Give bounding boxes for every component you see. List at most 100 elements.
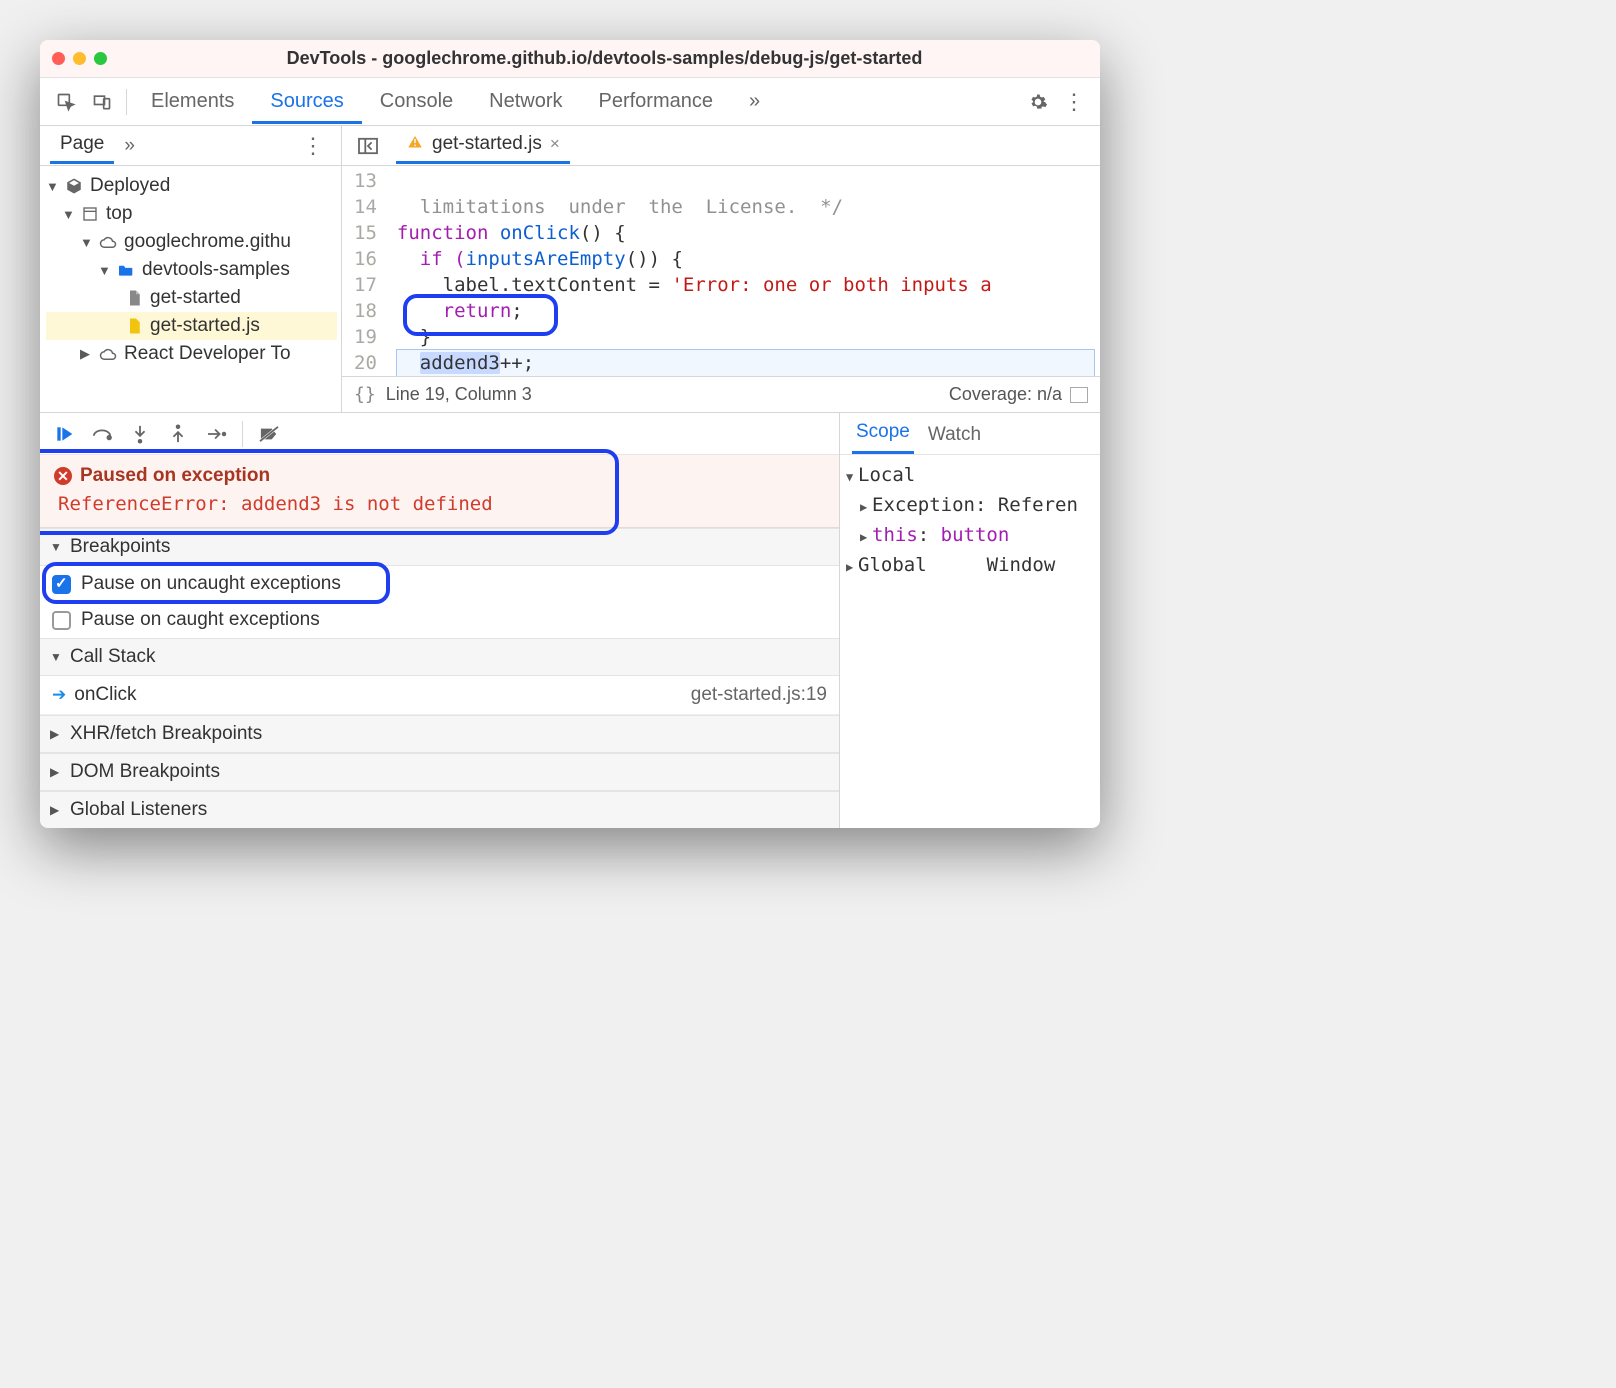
code-area[interactable]: limitations under the License. */ functi…	[391, 166, 1100, 376]
scope-local[interactable]: ▼Local	[846, 461, 1094, 491]
tab-watch[interactable]: Watch	[924, 416, 985, 454]
highlighted-token: addend3	[420, 352, 500, 374]
traffic-lights	[52, 52, 107, 65]
scope-exception[interactable]: ▶Exception: Referen	[846, 491, 1094, 521]
scope-key: this	[872, 524, 918, 546]
current-frame-icon: ➔	[52, 685, 66, 705]
section-global-listeners[interactable]: ▶Global Listeners	[40, 791, 839, 828]
more-menu-icon[interactable]: ⋮	[1056, 84, 1092, 120]
section-breakpoints[interactable]: ▼Breakpoints	[40, 528, 839, 566]
tab-network[interactable]: Network	[471, 80, 580, 124]
option-label: Pause on uncaught exceptions	[81, 573, 341, 595]
document-icon	[124, 289, 144, 307]
separator	[242, 421, 243, 447]
code-text: }	[397, 326, 431, 348]
tabs-overflow-icon[interactable]: »	[731, 80, 778, 124]
section-callstack[interactable]: ▼Call Stack	[40, 638, 839, 676]
navigator-tab-page[interactable]: Page	[50, 127, 114, 164]
code-text: if (	[397, 248, 466, 270]
tree-node-deployed[interactable]: ▼ Deployed	[46, 172, 337, 200]
window-title: DevTools - googlechrome.github.io/devtoo…	[121, 48, 1088, 69]
cloud-icon	[98, 235, 118, 249]
frame-location: get-started.js:19	[691, 684, 827, 706]
tree-node-extension[interactable]: ▶ React Developer To	[46, 340, 337, 368]
code-text: ;	[511, 300, 522, 322]
scope-label: Local	[858, 464, 915, 486]
scope-tree: ▼Local ▶Exception: Referen ▶this: button…	[840, 455, 1100, 587]
debugger-sidebar: ✕ Paused on exception ReferenceError: ad…	[40, 413, 840, 828]
pause-message: ReferenceError: addend3 is not defined	[54, 493, 825, 515]
navigator-more-icon[interactable]: ⋮	[295, 128, 331, 164]
file-tab[interactable]: get-started.js ×	[396, 127, 570, 164]
callstack-frame[interactable]: ➔ onClick get-started.js:19	[40, 676, 839, 715]
code-editor[interactable]: 131415161718192021 limitations under the…	[342, 166, 1100, 376]
js-file-icon	[124, 317, 144, 335]
tree-label: React Developer To	[124, 343, 291, 365]
maximize-window-button[interactable]	[94, 52, 107, 65]
device-toggle-icon[interactable]	[84, 84, 120, 120]
separator	[126, 89, 127, 115]
code-text: 'Error: one or both inputs a	[671, 274, 991, 296]
code-text: ++;	[500, 352, 534, 374]
tab-console[interactable]: Console	[362, 80, 471, 124]
code-text	[397, 352, 420, 374]
gutter: 131415161718192021	[342, 166, 391, 376]
sources-panel: Page » ⋮ ▼ Deployed ▼ to	[40, 126, 1100, 412]
devtools-window: DevTools - googlechrome.github.io/devtoo…	[40, 40, 1100, 828]
section-label: DOM Breakpoints	[70, 761, 220, 783]
minimize-window-button[interactable]	[73, 52, 86, 65]
settings-icon[interactable]	[1020, 84, 1056, 120]
frame-icon	[80, 206, 100, 222]
close-window-button[interactable]	[52, 52, 65, 65]
code-text: function	[397, 222, 500, 244]
section-label: XHR/fetch Breakpoints	[70, 723, 262, 745]
option-pause-caught[interactable]: Pause on caught exceptions	[40, 602, 839, 638]
pretty-print-icon[interactable]: {}	[354, 384, 376, 405]
tab-performance[interactable]: Performance	[581, 80, 732, 124]
step-button[interactable]	[198, 418, 234, 450]
editor-panel: get-started.js × 131415161718192021 limi…	[342, 126, 1100, 412]
code-text: label.textContent =	[397, 274, 672, 296]
tree-file-html[interactable]: get-started	[46, 284, 337, 312]
tab-sources[interactable]: Sources	[252, 80, 361, 124]
step-out-button[interactable]	[160, 418, 196, 450]
tab-elements[interactable]: Elements	[133, 80, 252, 124]
tree-node-top[interactable]: ▼ top	[46, 200, 337, 228]
tree-node-origin[interactable]: ▼ googlechrome.githu	[46, 228, 337, 256]
deactivate-breakpoints-button[interactable]	[251, 418, 287, 450]
navigator-overflow-icon[interactable]: »	[114, 129, 145, 163]
section-dom-breakpoints[interactable]: ▶DOM Breakpoints	[40, 753, 839, 791]
checkbox-unchecked[interactable]	[52, 611, 71, 630]
step-into-button[interactable]	[122, 418, 158, 450]
close-tab-icon[interactable]: ×	[550, 134, 560, 154]
scope-panel: Scope Watch ▼Local ▶Exception: Referen ▶…	[840, 413, 1100, 828]
scope-global[interactable]: ▶GlobalWindow	[846, 551, 1094, 581]
section-xhr-breakpoints[interactable]: ▶XHR/fetch Breakpoints	[40, 715, 839, 753]
code-text: inputsAreEmpty	[466, 248, 626, 270]
inspect-element-icon[interactable]	[48, 84, 84, 120]
tab-scope[interactable]: Scope	[852, 413, 914, 454]
file-tab-label: get-started.js	[432, 133, 542, 155]
pause-banner-wrap: ✕ Paused on exception ReferenceError: ad…	[40, 455, 839, 528]
tree-file-js[interactable]: get-started.js	[46, 312, 337, 340]
code-text: limitations under the License. */	[397, 196, 843, 218]
scope-value: button	[941, 524, 1010, 546]
toggle-navigator-icon[interactable]	[350, 128, 386, 164]
code-text: onClick	[500, 222, 580, 244]
pause-banner: ✕ Paused on exception ReferenceError: ad…	[40, 455, 839, 528]
option-pause-uncaught[interactable]: Pause on uncaught exceptions	[40, 566, 839, 602]
resume-button[interactable]	[46, 418, 82, 450]
tree-node-folder[interactable]: ▼ devtools-samples	[46, 256, 337, 284]
frame-function: onClick	[74, 684, 136, 706]
scope-this[interactable]: ▶this: button	[846, 521, 1094, 551]
cube-icon	[64, 177, 84, 195]
scope-key: Global	[858, 554, 927, 576]
coverage-toggle-icon[interactable]	[1070, 387, 1088, 403]
navigator-tree: ▼ Deployed ▼ top ▼	[40, 166, 341, 374]
checkbox-checked[interactable]	[52, 575, 71, 594]
warning-icon	[406, 133, 424, 155]
error-icon: ✕	[54, 467, 72, 485]
step-over-button[interactable]	[84, 418, 120, 450]
scope-value: Window	[987, 554, 1056, 576]
tree-label: devtools-samples	[142, 259, 290, 281]
